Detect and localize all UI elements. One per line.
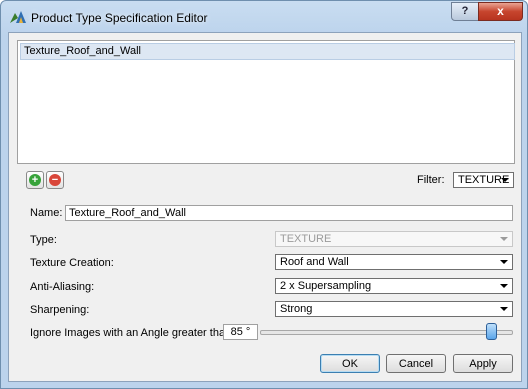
window-title: Product Type Specification Editor bbox=[31, 11, 208, 25]
ok-button[interactable]: OK bbox=[320, 354, 380, 373]
texture-creation-value: Roof and Wall bbox=[280, 256, 349, 268]
remove-button[interactable]: − bbox=[46, 171, 64, 189]
sharpening-value: Strong bbox=[280, 303, 313, 315]
angle-value: 85 ° bbox=[230, 326, 251, 338]
angle-spinbox[interactable]: 85 ° bbox=[223, 324, 258, 340]
anti-aliasing-value: 2 x Supersampling bbox=[280, 280, 372, 292]
chevron-down-icon bbox=[500, 307, 508, 311]
anti-aliasing-select[interactable]: 2 x Supersampling bbox=[275, 278, 513, 294]
chevron-down-icon bbox=[500, 260, 508, 264]
add-button[interactable]: + bbox=[26, 171, 44, 189]
list-item-label: Texture_Roof_and_Wall bbox=[24, 45, 141, 57]
angle-slider-track[interactable] bbox=[260, 330, 513, 335]
name-field-value: Texture_Roof_and_Wall bbox=[69, 207, 186, 219]
product-type-list[interactable]: Texture_Roof_and_Wall bbox=[17, 40, 515, 164]
minus-circle-icon: − bbox=[49, 174, 61, 186]
dialog-content: Texture_Roof_and_Wall + − Filter: TEXTUR… bbox=[8, 32, 522, 382]
sharpening-select[interactable]: Strong bbox=[275, 301, 513, 317]
name-field[interactable]: Texture_Roof_and_Wall bbox=[65, 205, 513, 221]
sharpening-label: Sharpening: bbox=[30, 304, 90, 316]
cancel-button-label: Cancel bbox=[398, 358, 434, 370]
anti-aliasing-label: Anti-Aliasing: bbox=[30, 281, 95, 293]
chevron-down-icon bbox=[501, 178, 509, 182]
filter-select[interactable]: TEXTURE bbox=[453, 172, 514, 188]
type-select-value: TEXTURE bbox=[280, 233, 332, 245]
close-icon: x bbox=[497, 4, 504, 18]
list-item[interactable]: Texture_Roof_and_Wall bbox=[20, 43, 515, 60]
type-label: Type: bbox=[30, 234, 57, 246]
chevron-down-icon bbox=[500, 237, 508, 241]
texture-creation-label: Texture Creation: bbox=[30, 257, 114, 269]
cancel-button[interactable]: Cancel bbox=[386, 354, 446, 373]
help-button[interactable]: ? bbox=[451, 2, 479, 21]
type-select: TEXTURE bbox=[275, 231, 513, 247]
filter-label: Filter: bbox=[417, 174, 445, 186]
angle-slider-handle[interactable] bbox=[485, 323, 497, 340]
name-label: Name: bbox=[30, 207, 63, 219]
title-bar[interactable]: Product Type Specification Editor ? x bbox=[1, 1, 527, 33]
chevron-down-icon bbox=[500, 284, 508, 288]
apply-button-label: Apply bbox=[469, 358, 497, 370]
angle-label: Ignore Images with an Angle greater than… bbox=[30, 327, 235, 339]
texture-creation-select[interactable]: Roof and Wall bbox=[275, 254, 513, 270]
close-button[interactable]: x bbox=[478, 2, 523, 21]
apply-button[interactable]: Apply bbox=[453, 354, 513, 373]
app-icon bbox=[10, 11, 26, 23]
editor-window: Product Type Specification Editor ? x Te… bbox=[0, 0, 528, 389]
ok-button-label: OK bbox=[342, 358, 358, 370]
plus-circle-icon: + bbox=[29, 174, 41, 186]
